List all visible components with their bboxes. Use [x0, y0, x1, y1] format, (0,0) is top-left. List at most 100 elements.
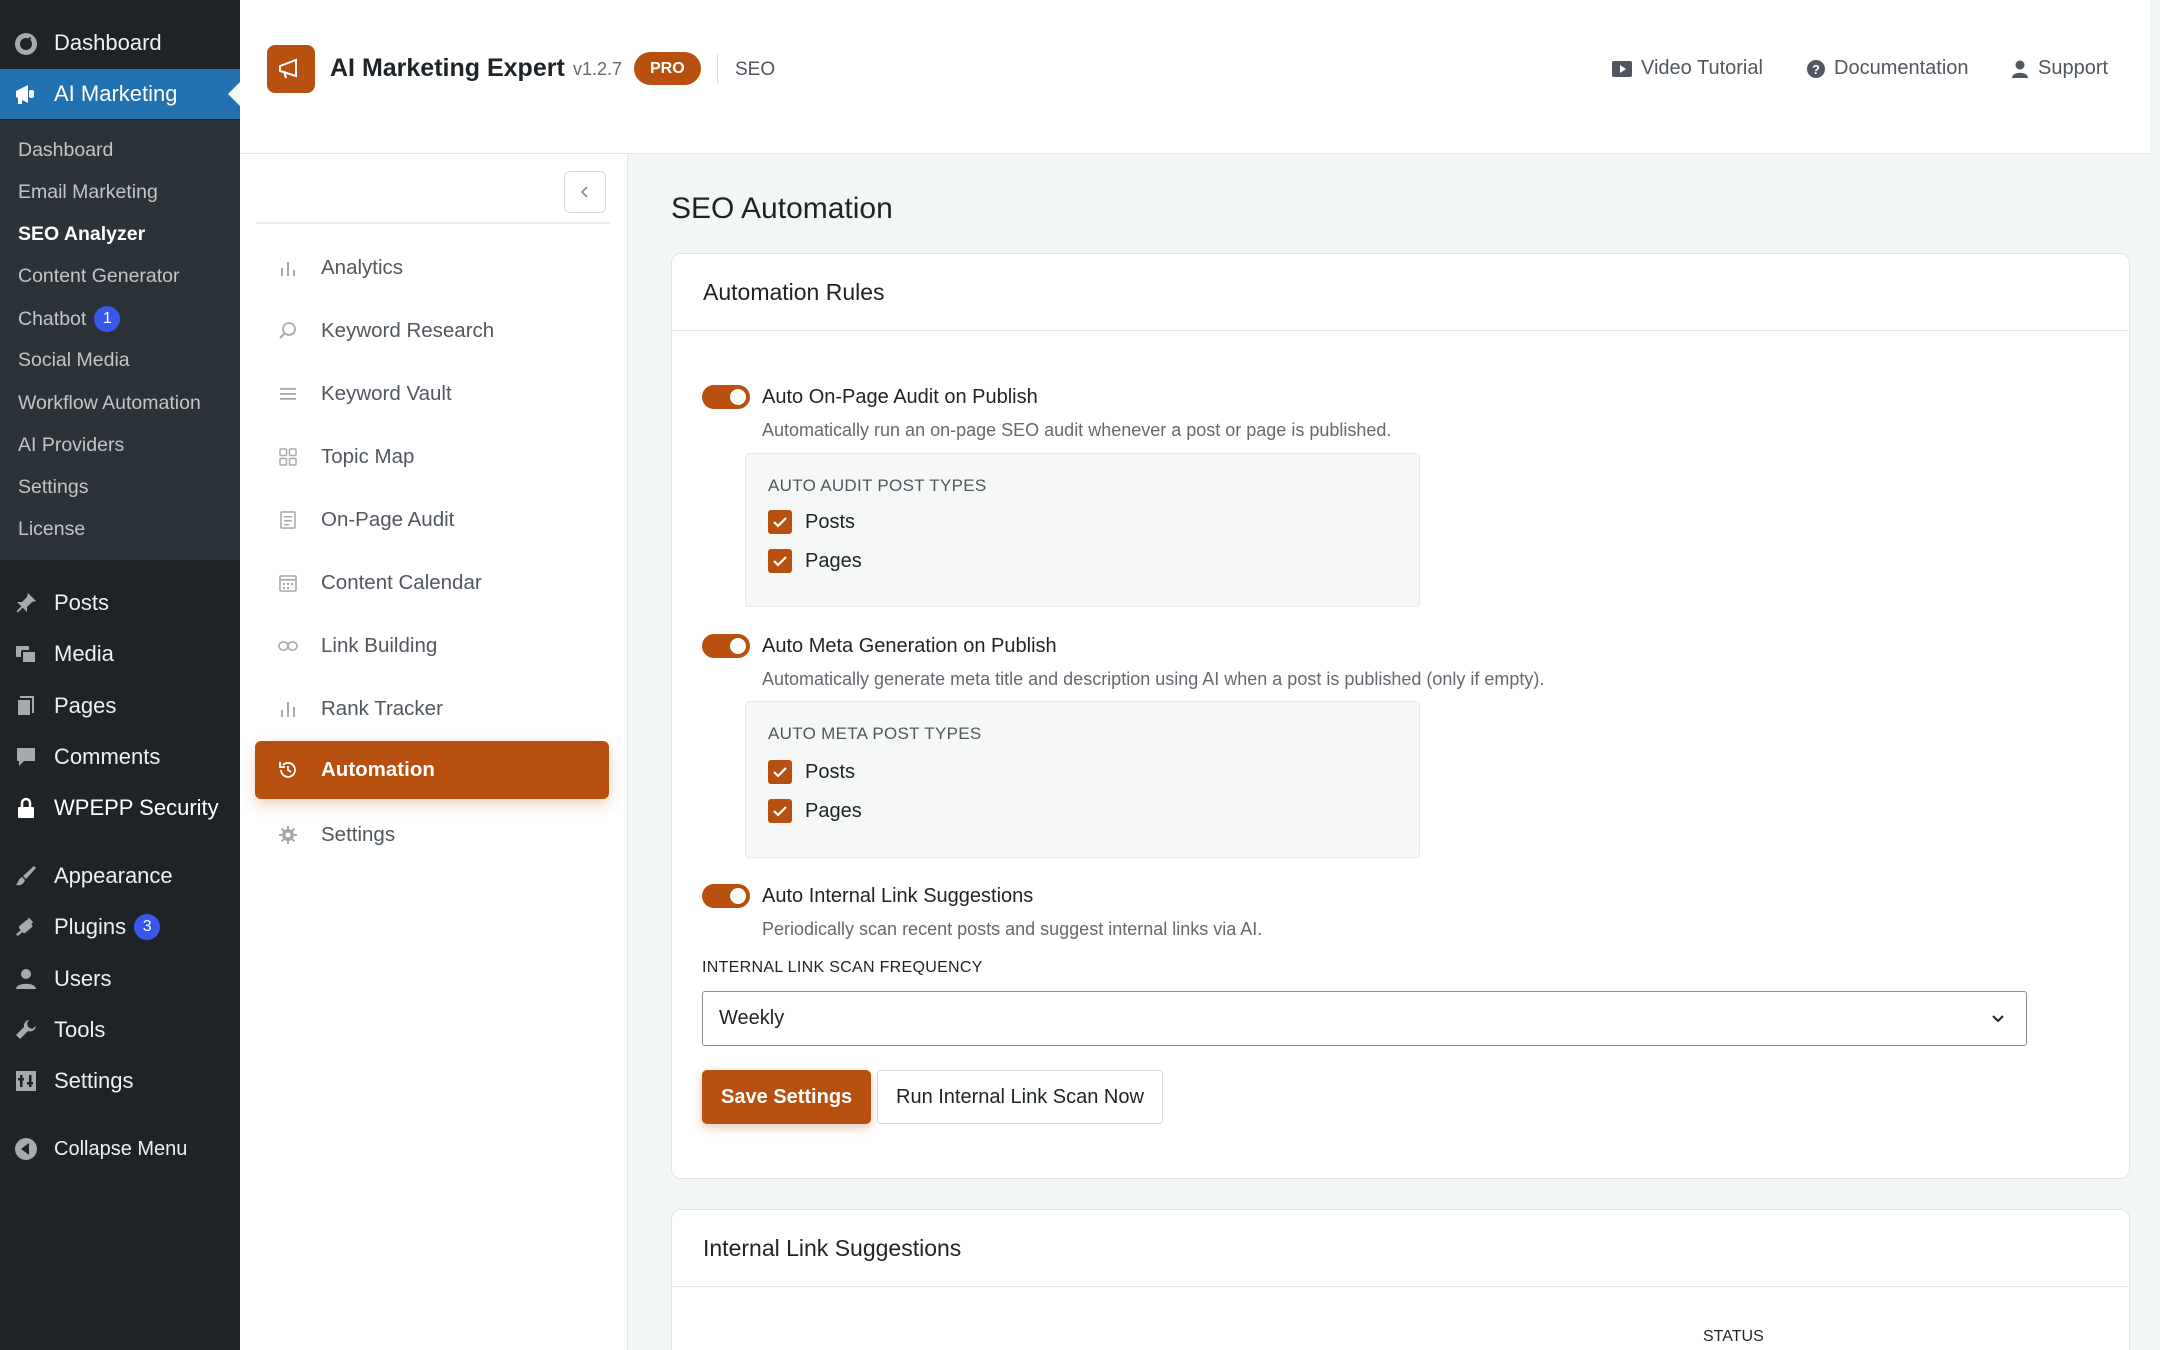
wp-menu-dashboard[interactable]: Dashboard: [0, 18, 240, 68]
auto-meta-toggle-row[interactable]: Auto Meta Generation on Publish: [702, 634, 1057, 658]
megaphone-icon: [12, 80, 40, 108]
nav-item-keyword-research[interactable]: Keyword Research: [255, 302, 609, 360]
nav-item-keyword-vault[interactable]: Keyword Vault: [255, 365, 609, 423]
settings-icon: [12, 1067, 40, 1095]
auto-links-toggle[interactable]: [702, 884, 750, 908]
chatbot-count-badge: 1: [94, 306, 121, 332]
app-name: AI Marketing Expert: [330, 54, 565, 82]
auto-meta-toggle[interactable]: [702, 634, 750, 658]
support-link[interactable]: Support: [2010, 57, 2108, 80]
meta-posts-checkbox[interactable]: Posts: [768, 760, 855, 784]
wp-menu-label: Tools: [54, 1017, 106, 1042]
chevron-left-icon: [580, 186, 588, 198]
header-section-label: SEO: [735, 59, 776, 80]
wp-submenu-social-media[interactable]: Social Media: [18, 349, 130, 372]
nav-item-label: Topic Map: [321, 445, 415, 468]
wp-menu-wpepp-security[interactable]: WPEPP Security: [0, 783, 240, 833]
save-settings-button[interactable]: Save Settings: [702, 1070, 872, 1124]
megaphone-logo-icon: [267, 45, 315, 93]
wp-menu-users[interactable]: Users: [0, 954, 240, 1004]
wp-submenu-seo-analyzer[interactable]: SEO Analyzer: [18, 223, 145, 246]
wp-submenu: Dashboard Email Marketing SEO Analyzer C…: [0, 120, 240, 560]
collapse-nav-button[interactable]: [564, 171, 606, 213]
wp-menu-ai-marketing[interactable]: AI Marketing: [0, 69, 240, 119]
wp-menu-label: Plugins: [54, 914, 127, 939]
wp-submenu-label: AI Providers: [18, 434, 125, 456]
wp-menu-plugins[interactable]: Plugins 3: [0, 902, 240, 952]
wp-menu-collapse[interactable]: Collapse Menu: [0, 1124, 240, 1174]
wp-menu-tools[interactable]: Tools: [0, 1005, 240, 1055]
wp-submenu-email-marketing[interactable]: Email Marketing: [18, 181, 158, 204]
brush-icon: [12, 862, 40, 890]
checkbox-label: Posts: [805, 510, 856, 533]
wp-menu-media[interactable]: Media: [0, 629, 240, 679]
checkmark-icon: [768, 799, 792, 823]
nav-item-label: Automation: [321, 758, 435, 781]
wp-submenu-ai-providers[interactable]: AI Providers: [18, 434, 124, 457]
gear-icon: [277, 824, 299, 846]
comments-icon: [12, 743, 40, 771]
run-link-scan-button[interactable]: Run Internal Link Scan Now: [877, 1070, 1163, 1124]
toggle-label: Auto Meta Generation on Publish: [762, 634, 1057, 657]
checkmark-icon: [768, 760, 792, 784]
auto-audit-toggle[interactable]: [702, 385, 750, 409]
auto-links-description: Periodically scan recent posts and sugge…: [762, 919, 1263, 939]
pages-icon: [12, 692, 40, 720]
wp-submenu-chatbot[interactable]: Chatbot 1: [18, 306, 121, 332]
nav-item-on-page-audit[interactable]: On-Page Audit: [255, 491, 609, 549]
video-tutorial-link[interactable]: Video Tutorial: [1611, 57, 1763, 80]
documentation-link[interactable]: ? Documentation: [1806, 57, 1969, 80]
audit-post-types-box: AUTO AUDIT POST TYPES Posts Pages: [745, 453, 1420, 607]
audit-posts-checkbox[interactable]: Posts: [768, 510, 855, 534]
auto-audit-description: Automatically run an on-page SEO audit w…: [762, 420, 1392, 440]
auto-audit-toggle-row[interactable]: Auto On-Page Audit on Publish: [702, 385, 1038, 409]
meta-pages-checkbox[interactable]: Pages: [768, 799, 862, 823]
wp-submenu-content-generator[interactable]: Content Generator: [18, 265, 180, 288]
plugin-icon: [12, 913, 40, 941]
wp-menu-pages[interactable]: Pages: [0, 681, 240, 731]
support-icon: [2010, 59, 2030, 79]
wp-submenu-settings[interactable]: Settings: [18, 476, 88, 499]
sub-box-title: AUTO META POST TYPES: [768, 724, 982, 743]
nav-item-label: On-Page Audit: [321, 508, 455, 531]
audit-pages-checkbox[interactable]: Pages: [768, 549, 862, 573]
frequency-label: INTERNAL LINK SCAN FREQUENCY: [702, 959, 983, 976]
nav-divider: [256, 222, 610, 224]
wp-menu-comments[interactable]: Comments: [0, 732, 240, 782]
automation-rules-card: Automation Rules Auto On-Page Audit on P…: [671, 253, 2130, 1179]
video-icon: [1611, 59, 1633, 79]
nav-item-automation[interactable]: Automation: [255, 741, 609, 799]
wp-submenu-dashboard[interactable]: Dashboard: [18, 139, 113, 162]
help-icon: ?: [1806, 59, 1826, 79]
wp-menu-label: Dashboard: [54, 30, 162, 55]
wp-submenu-workflow-automation[interactable]: Workflow Automation: [18, 392, 201, 415]
user-icon: [12, 965, 40, 993]
bar-chart-icon: [277, 257, 299, 279]
nav-item-label: Link Building: [321, 634, 438, 657]
nav-item-label: Analytics: [321, 256, 404, 279]
nav-item-rank-tracker[interactable]: Rank Tracker: [255, 680, 609, 738]
wp-menu-appearance[interactable]: Appearance: [0, 851, 240, 901]
meta-post-types-box: AUTO META POST TYPES Posts Pages: [745, 701, 1420, 858]
wp-menu-label: Appearance: [54, 863, 173, 888]
frequency-select[interactable]: Weekly: [702, 991, 2027, 1046]
wp-menu-posts[interactable]: Posts: [0, 578, 240, 628]
wp-menu-settings[interactable]: Settings: [0, 1056, 240, 1106]
plugin-nav: Analytics Keyword Research Keyword Vault…: [240, 154, 628, 1350]
wp-menu-label: WPEPP Security: [54, 795, 219, 820]
auto-meta-description: Automatically generate meta title and de…: [762, 669, 1545, 689]
header-divider: [717, 54, 718, 84]
nav-item-topic-map[interactable]: Topic Map: [255, 428, 609, 486]
card-title: Automation Rules: [672, 254, 2129, 331]
nav-item-content-calendar[interactable]: Content Calendar: [255, 554, 609, 612]
nav-item-link-building[interactable]: Link Building: [255, 617, 609, 675]
auto-links-toggle-row[interactable]: Auto Internal Link Suggestions: [702, 884, 1033, 908]
wp-submenu-label: License: [18, 518, 86, 540]
header-link-label: Documentation: [1834, 57, 1969, 79]
wp-submenu-license[interactable]: License: [18, 518, 85, 541]
pin-icon: [12, 589, 40, 617]
internal-link-suggestions-card: Internal Link Suggestions STATUS: [671, 1209, 2130, 1350]
wp-submenu-label: Workflow Automation: [18, 392, 201, 414]
nav-item-settings[interactable]: Settings: [255, 806, 609, 864]
nav-item-analytics[interactable]: Analytics: [255, 239, 609, 297]
